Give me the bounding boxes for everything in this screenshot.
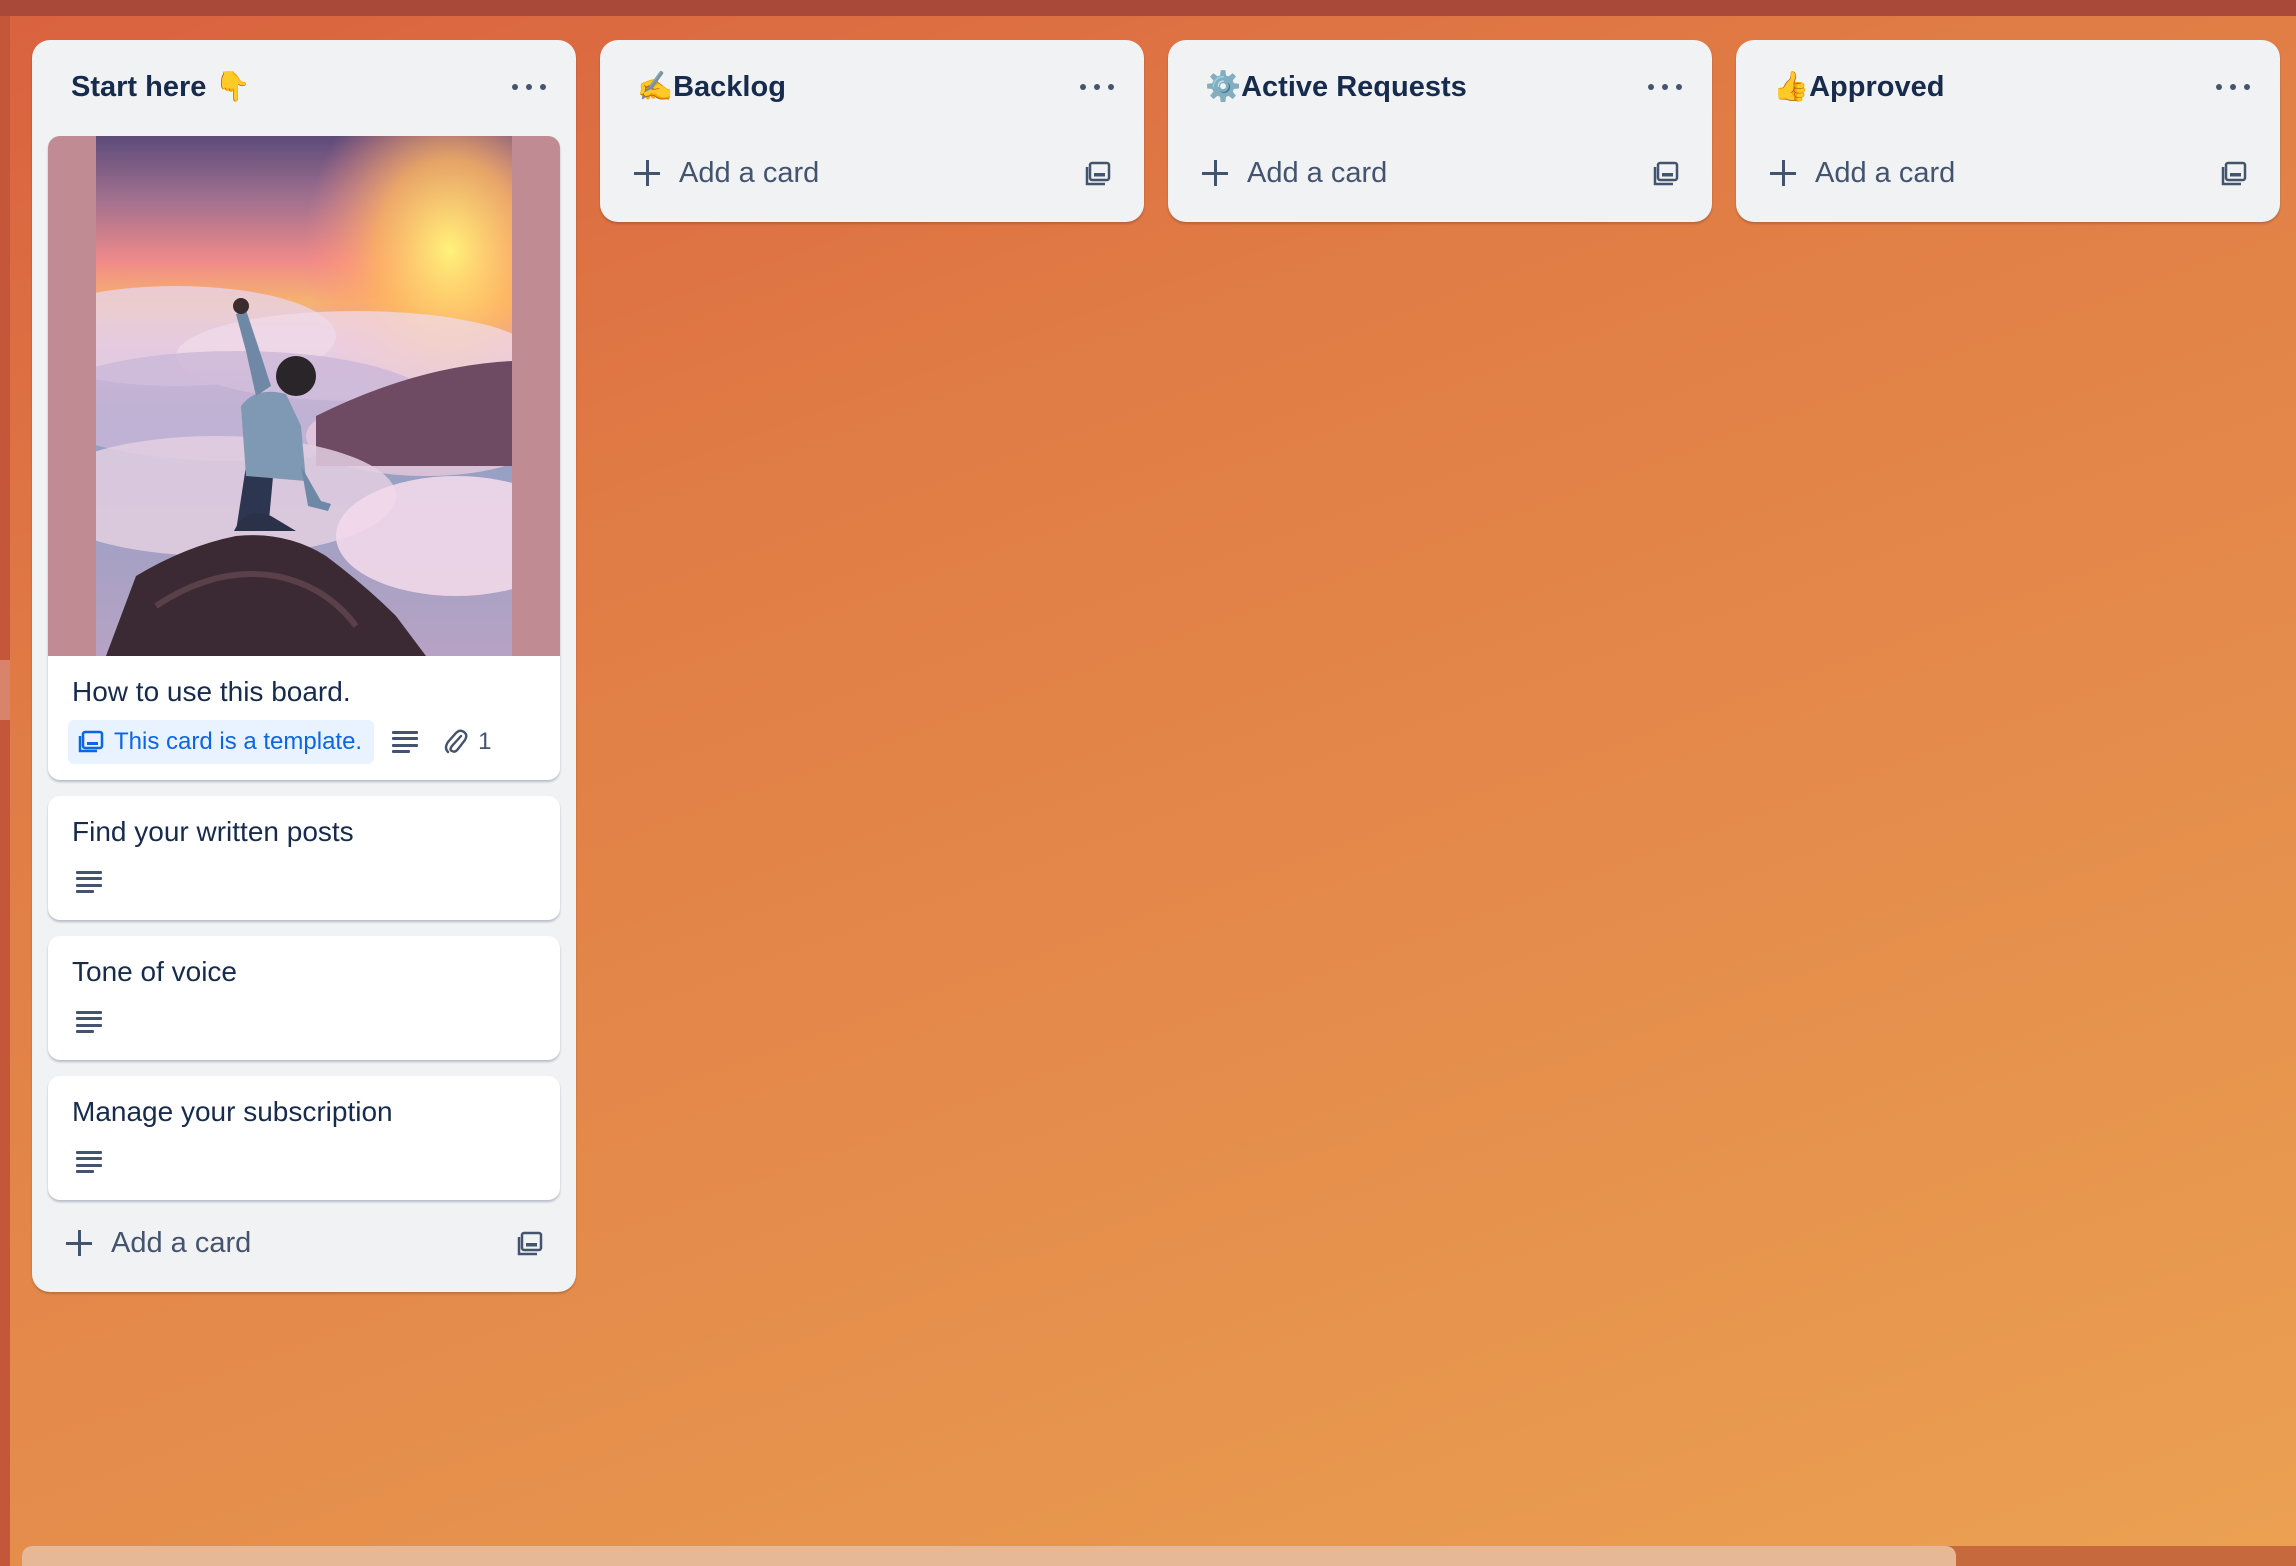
list-backlog: ✍️Backlog Add a card: [600, 40, 1144, 222]
list-header: 👍Approved: [1736, 40, 2280, 136]
description-icon: [76, 871, 102, 893]
list-active-requests: ⚙️Active Requests Add a card: [1168, 40, 1712, 222]
add-card-button[interactable]: Add a card: [1736, 130, 2280, 222]
template-icon: [78, 730, 104, 753]
plus-icon: [1202, 160, 1228, 186]
card-manage-subscription[interactable]: Manage your subscription: [48, 1076, 560, 1200]
create-from-template-icon[interactable]: [516, 1230, 544, 1258]
card-body: Manage your subscription: [48, 1076, 560, 1200]
description-icon: [76, 1011, 102, 1033]
list-header: ✍️Backlog: [600, 40, 1144, 136]
card-body: How to use this board. This card is a te…: [48, 656, 560, 780]
list-title[interactable]: ✍️Backlog: [637, 70, 786, 104]
card-cover: [48, 136, 560, 656]
plus-icon: [66, 1230, 92, 1256]
card-body: Find your written posts: [48, 796, 560, 920]
left-sidebar-edge: [0, 16, 10, 1566]
create-from-template-icon[interactable]: [2220, 160, 2248, 188]
horizontal-scrollbar-thumb[interactable]: [22, 1546, 1956, 1566]
list-start-here: Start here 👇 How to use this board. This…: [32, 40, 576, 1292]
template-badge: This card is a template.: [68, 720, 375, 764]
list-menu-ellipsis-icon[interactable]: [2216, 80, 2250, 94]
create-from-template-icon[interactable]: [1084, 160, 1112, 188]
card-badges: [72, 860, 536, 904]
card-body: Tone of voice: [48, 936, 560, 1060]
list-menu-ellipsis-icon[interactable]: [1080, 80, 1114, 94]
description-icon: [392, 731, 419, 753]
description-icon: [76, 1151, 102, 1173]
list-header: ⚙️Active Requests: [1168, 40, 1712, 136]
card-title: Find your written posts: [72, 816, 354, 847]
list-title[interactable]: ⚙️Active Requests: [1205, 70, 1467, 104]
list-approved: 👍Approved Add a card: [1736, 40, 2280, 222]
card-badges: [72, 1140, 536, 1184]
add-card-button[interactable]: Add a card: [600, 130, 1144, 222]
add-card-label: Add a card: [1815, 157, 1956, 189]
attachment-count: 1: [478, 728, 492, 755]
add-card-button[interactable]: Add a card: [32, 1200, 576, 1292]
add-card-button[interactable]: Add a card: [1168, 130, 1712, 222]
create-from-template-icon[interactable]: [1652, 160, 1680, 188]
top-bar: [0, 0, 2296, 16]
paperclip-icon: [444, 729, 468, 754]
list-title[interactable]: Start here 👇: [71, 70, 251, 104]
list-title[interactable]: 👍Approved: [1773, 70, 1944, 104]
sunset-mountain-photo: [96, 136, 512, 656]
template-badge-label: This card is a template.: [114, 728, 363, 755]
list-menu-ellipsis-icon[interactable]: [1648, 80, 1682, 94]
card-badges: This card is a template. 1: [68, 720, 536, 764]
card-tone-of-voice[interactable]: Tone of voice: [48, 936, 560, 1060]
sidebar-collapse-handle[interactable]: [0, 660, 10, 720]
plus-icon: [634, 160, 660, 186]
list-header: Start here 👇: [32, 40, 576, 136]
add-card-label: Add a card: [111, 1227, 252, 1259]
plus-icon: [1770, 160, 1796, 186]
add-card-label: Add a card: [679, 157, 820, 189]
card-title: Manage your subscription: [72, 1096, 393, 1127]
list-menu-ellipsis-icon[interactable]: [512, 80, 546, 94]
add-card-label: Add a card: [1247, 157, 1388, 189]
card-title: Tone of voice: [72, 956, 237, 987]
card-how-to-use[interactable]: How to use this board. This card is a te…: [48, 136, 560, 780]
card-badges: [72, 1000, 536, 1044]
card-title: How to use this board.: [72, 676, 351, 707]
card-find-written-posts[interactable]: Find your written posts: [48, 796, 560, 920]
attachment-badge: 1: [444, 728, 491, 756]
